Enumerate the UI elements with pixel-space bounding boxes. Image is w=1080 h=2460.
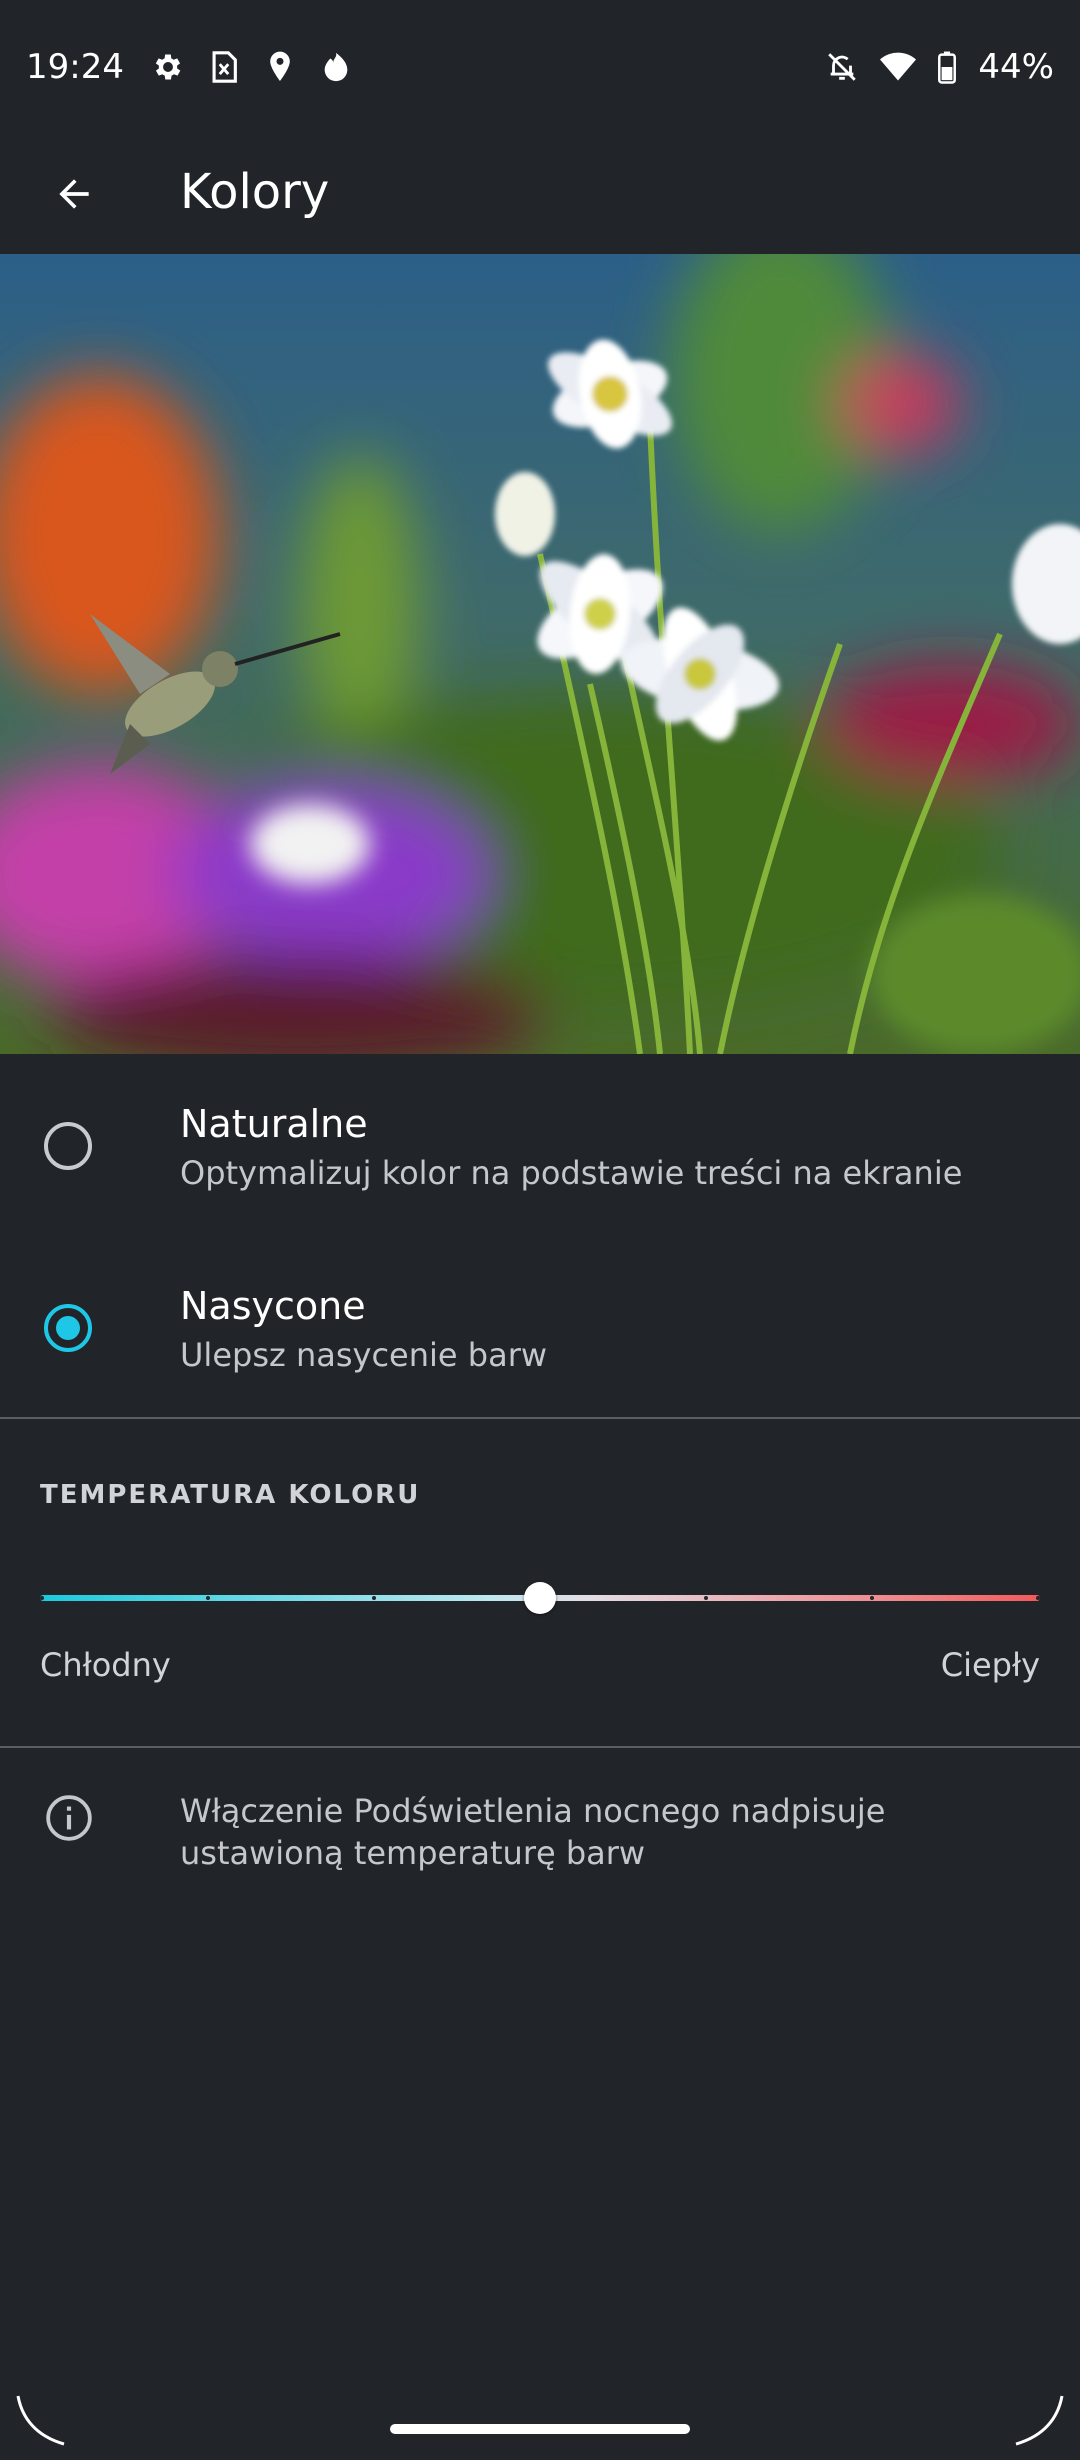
slider-tick — [372, 1596, 376, 1600]
slider-max-label: Ciepły — [940, 1646, 1040, 1684]
slider-tick — [206, 1596, 210, 1600]
status-bar-right: 44% — [824, 47, 1054, 87]
divider — [0, 1417, 1080, 1419]
option-naturalne[interactable]: Naturalne Optymalizuj kolor na podstawie… — [0, 1054, 1080, 1234]
temperature-slider[interactable] — [40, 1578, 1040, 1618]
divider — [0, 1746, 1080, 1748]
back-button[interactable] — [40, 160, 108, 228]
radio-naturalne[interactable] — [44, 1122, 92, 1170]
radio-nasycone[interactable] — [44, 1304, 92, 1352]
wifi-icon — [880, 49, 917, 85]
slider-tick — [1036, 1596, 1040, 1600]
preview-image — [0, 254, 1080, 1054]
page-title: Kolory — [180, 164, 330, 220]
option-nasycone[interactable]: Nasycone Ulepsz nasycenie barw — [0, 1234, 1080, 1414]
corner-right-decoration — [1015, 2395, 1064, 2446]
slider-tick — [870, 1596, 874, 1600]
corner-left-decoration — [16, 2395, 65, 2446]
gesture-nav-handle[interactable] — [390, 2424, 690, 2434]
slider-thumb[interactable] — [524, 1582, 556, 1614]
fire-icon — [318, 49, 354, 85]
option-subtitle: Optymalizuj kolor na podstawie treści na… — [180, 1154, 963, 1192]
option-title: Naturalne — [180, 1102, 368, 1146]
app-bar: Kolory — [0, 134, 1080, 254]
status-time: 19:24 — [26, 47, 124, 87]
notifications-off-icon — [824, 49, 860, 85]
battery-icon — [936, 49, 958, 85]
status-bar: 19:24 44% — [0, 0, 1080, 134]
section-header-temperature: TEMPERATURA KOLORU — [40, 1480, 421, 1510]
option-subtitle: Ulepsz nasycenie barw — [180, 1336, 548, 1374]
info-icon — [46, 1795, 92, 1841]
location-pin-icon — [262, 49, 298, 85]
arrow-back-icon — [59, 179, 89, 209]
slider-min-label: Chłodny — [40, 1646, 171, 1684]
gear-icon — [150, 49, 186, 85]
status-bar-left: 19:24 — [26, 47, 354, 87]
slider-tick — [704, 1596, 708, 1600]
info-text: Włączenie Podświetlenia nocnego nadpisuj… — [180, 1792, 886, 1872]
slider-tick — [40, 1596, 44, 1600]
sim-card-icon — [206, 49, 242, 85]
battery-percent: 44% — [978, 47, 1054, 87]
option-title: Nasycone — [180, 1284, 366, 1328]
